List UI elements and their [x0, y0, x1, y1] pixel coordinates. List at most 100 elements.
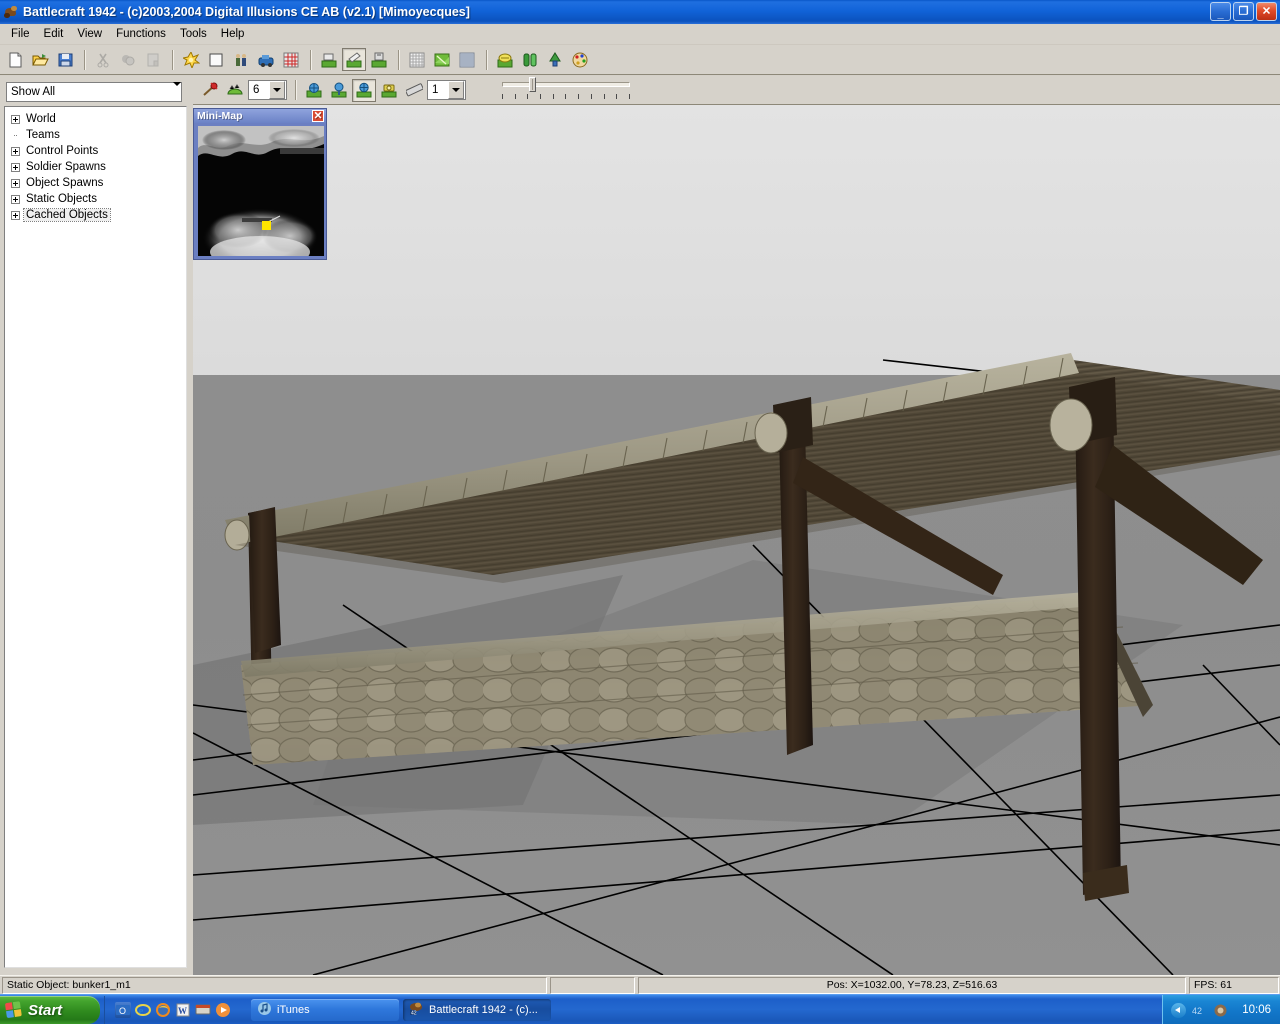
status-fps: FPS: 61 [1189, 977, 1279, 994]
window-title: Battlecraft 1942 - (c)2003,2004 Digital … [23, 5, 470, 19]
media-player-icon[interactable] [215, 1002, 231, 1018]
tree-item-label: Cached Objects [24, 209, 110, 221]
expand-icon[interactable] [11, 147, 20, 156]
toolbar-separator [307, 49, 314, 71]
ruler-icon [406, 82, 423, 98]
restore-icon: ❐ [1234, 6, 1253, 17]
tree-item-soldier-spawns[interactable]: Soldier Spawns [5, 159, 186, 175]
expand-icon[interactable] [11, 211, 20, 220]
taskbar: Start O e W [0, 994, 1280, 1024]
brush-size-slider[interactable] [496, 77, 636, 103]
new-file-button[interactable] [3, 48, 27, 71]
object-editor-icon [497, 52, 514, 68]
scale-combo[interactable]: 1 [427, 80, 466, 100]
start-label: Start [28, 1002, 62, 1019]
show-hidden-icons-button[interactable] [1171, 1003, 1186, 1018]
minimap-close-button[interactable]: ✕ [312, 110, 324, 122]
show-desktop-icon[interactable] [195, 1002, 211, 1018]
taskbar-item-battlecraft[interactable]: 42 Battlecraft 1942 - (c)... [403, 999, 551, 1021]
terrain-load-button[interactable] [317, 48, 341, 71]
soldier-spawn-button[interactable] [229, 48, 253, 71]
tray-clock: 10:06 [1242, 1004, 1280, 1016]
expand-icon[interactable] [11, 179, 20, 188]
leaf-icon [11, 131, 20, 140]
vehicle-spawn-button[interactable] [254, 48, 278, 71]
grid-fine-button[interactable] [455, 48, 479, 71]
heightmap-button[interactable] [430, 48, 454, 71]
view-globe-terrain-button[interactable] [302, 79, 326, 102]
chevron-down-icon[interactable] [269, 81, 285, 99]
measure-tool-button[interactable] [402, 79, 426, 102]
tree-item-static-objects[interactable]: Static Objects [5, 191, 186, 207]
minimap-window[interactable]: Mini-Map ✕ [193, 108, 327, 260]
tree-item-world[interactable]: World [5, 111, 186, 127]
menu-item-edit[interactable]: Edit [37, 26, 71, 42]
word-icon[interactable]: W [175, 1002, 191, 1018]
palette-button[interactable] [568, 48, 592, 71]
object-editor-button[interactable] [493, 48, 517, 71]
view-camera-button[interactable] [377, 79, 401, 102]
marker-tool-button[interactable] [198, 79, 222, 102]
tray-volume-icon[interactable] [1213, 1003, 1228, 1018]
object-tree[interactable]: World Teams Control Points Soldier Spawn… [4, 106, 187, 968]
menu-item-functions[interactable]: Functions [109, 26, 173, 42]
tree-item-label: Object Spawns [24, 177, 105, 189]
tree-item-control-points[interactable]: Control Points [5, 143, 186, 159]
texture-roll-icon [522, 52, 539, 68]
grid-gray-button[interactable] [405, 48, 429, 71]
view-globe-person-button[interactable] [327, 79, 351, 102]
internet-explorer-icon[interactable]: e [135, 1002, 151, 1018]
terrain-save-button[interactable] [367, 48, 391, 71]
expand-icon[interactable] [11, 163, 20, 172]
terrain-out-icon [371, 52, 388, 68]
cut-button[interactable] [91, 48, 115, 71]
menu-item-help[interactable]: Help [214, 26, 252, 42]
start-button[interactable]: Start [0, 996, 100, 1024]
firefox-icon[interactable] [155, 1002, 171, 1018]
open-file-button[interactable] [28, 48, 52, 71]
color-palette-icon [572, 52, 589, 68]
slider-thumb[interactable] [529, 77, 536, 92]
expand-icon[interactable] [11, 195, 20, 204]
minimize-button[interactable]: _ [1210, 2, 1231, 21]
menu-item-file[interactable]: File [4, 26, 37, 42]
paste-button[interactable] [141, 48, 165, 71]
grid-red-button[interactable] [279, 48, 303, 71]
title-bar: Battlecraft 1942 - (c)2003,2004 Digital … [0, 0, 1280, 24]
texture-browser-button[interactable] [518, 48, 542, 71]
save-file-button[interactable] [53, 48, 77, 71]
expand-icon[interactable] [11, 115, 20, 124]
effects-button[interactable] [179, 48, 203, 71]
fine-grid-icon [459, 52, 476, 68]
terrain-level-button[interactable] [223, 79, 247, 102]
outlook-icon[interactable]: O [115, 1002, 131, 1018]
level-combo-value: 6 [249, 84, 269, 96]
close-button[interactable]: ✕ [1256, 2, 1277, 21]
tray-badge-icon[interactable]: 42 [1192, 1003, 1207, 1018]
open-folder-icon [32, 52, 49, 68]
tree-item-teams[interactable]: Teams [5, 127, 186, 143]
soldiers-icon [233, 52, 250, 68]
status-spacer [550, 977, 635, 994]
tree-item-cached-objects[interactable]: Cached Objects [5, 207, 186, 223]
menu-item-tools[interactable]: Tools [173, 26, 214, 42]
tree-item-label: Control Points [24, 145, 100, 157]
restore-button[interactable]: ❐ [1233, 2, 1254, 21]
terrain-paint-button[interactable] [342, 48, 366, 71]
chevron-down-icon[interactable] [173, 86, 181, 98]
3d-viewport[interactable] [193, 105, 1280, 975]
chevron-down-icon[interactable] [448, 81, 464, 99]
minimap-canvas[interactable] [198, 126, 324, 256]
taskbar-item-itunes[interactable]: iTunes [251, 999, 399, 1021]
copy-button[interactable] [116, 48, 140, 71]
menu-item-view[interactable]: View [70, 26, 109, 42]
filter-combo[interactable]: Show All [6, 82, 182, 102]
tree-tool-button[interactable] [543, 48, 567, 71]
select-box-button[interactable] [204, 48, 228, 71]
tree-item-object-spawns[interactable]: Object Spawns [5, 175, 186, 191]
terrain-in-icon [321, 52, 338, 68]
level-combo[interactable]: 6 [248, 80, 287, 100]
taskbar-item-label: iTunes [277, 1004, 310, 1016]
tree-item-label: Soldier Spawns [24, 161, 108, 173]
view-globe-move-button[interactable] [352, 79, 376, 102]
